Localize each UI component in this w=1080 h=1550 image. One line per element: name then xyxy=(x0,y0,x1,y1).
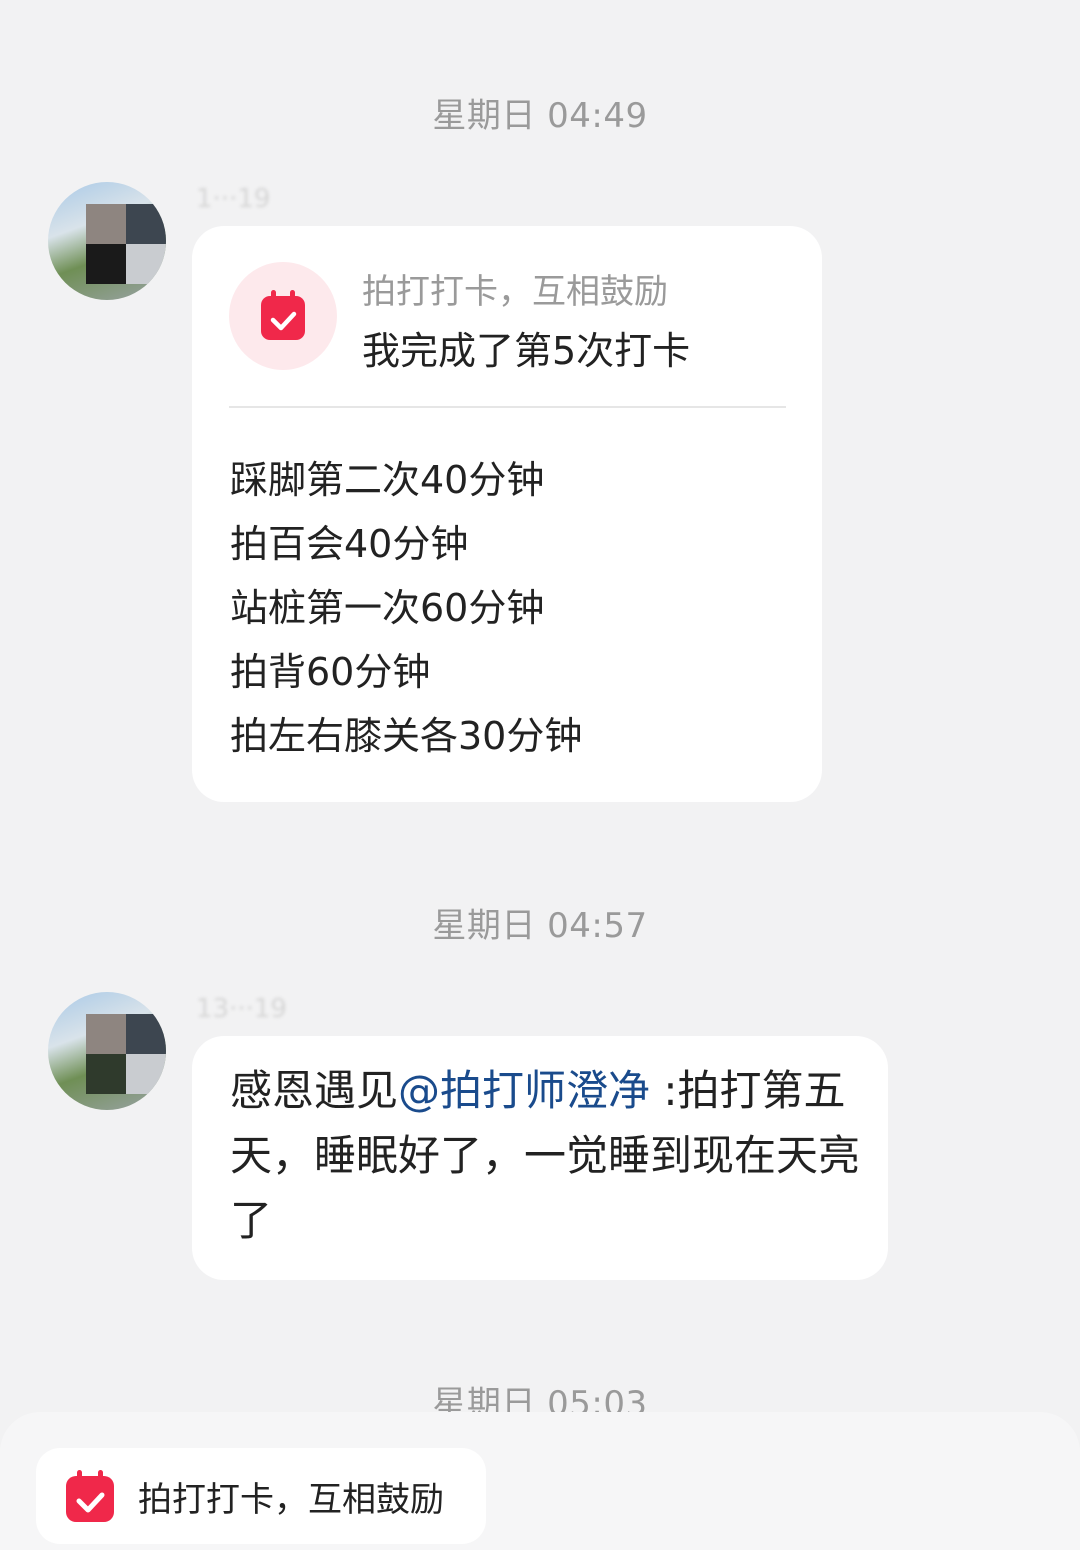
checkin-line: 拍背60分钟 xyxy=(230,650,431,694)
calendar-check-icon xyxy=(261,290,305,340)
avatar-pixel xyxy=(126,204,166,244)
checkin-line: 拍百会40分钟 xyxy=(230,522,469,566)
chat-page: 星期日 04:49 1···19 拍打打卡，互相鼓励 我完成了第5次打卡 踩脚第… xyxy=(0,0,1080,1550)
message-text: 感恩遇见@拍打师澄净 :拍打第五天，睡眠好了，一觉睡到现在天亮了 xyxy=(230,1058,860,1253)
mention-link[interactable]: @拍打师澄净 xyxy=(398,1066,650,1115)
checkin-card[interactable]: 拍打打卡，互相鼓励 我完成了第5次打卡 踩脚第二次40分钟 拍百会40分钟 站桩… xyxy=(192,226,822,802)
avatar-pixel xyxy=(86,204,126,244)
avatar-pixel xyxy=(126,244,166,284)
sender-name: 13···19 xyxy=(196,994,287,1024)
text-message-bubble[interactable]: 感恩遇见@拍打师澄净 :拍打第五天，睡眠好了，一觉睡到现在天亮了 xyxy=(192,1036,888,1280)
calendar-check-badge xyxy=(229,262,337,370)
calendar-check-icon xyxy=(66,1470,114,1522)
timestamp-separator: 星期日 04:57 xyxy=(432,906,648,946)
divider xyxy=(229,406,786,408)
checkin-line: 踩脚第二次40分钟 xyxy=(230,458,545,502)
checkin-line: 站桩第一次60分钟 xyxy=(230,586,545,630)
avatar-pixel xyxy=(126,1014,166,1054)
sender-name: 1···19 xyxy=(196,184,271,214)
avatar-pixel xyxy=(126,1054,166,1094)
checkin-shortcut-button[interactable]: 拍打打卡，互相鼓励 xyxy=(36,1448,486,1544)
checkin-line: 拍左右膝关各30分钟 xyxy=(230,714,583,758)
message-text-before: 感恩遇见 xyxy=(230,1066,399,1115)
checkin-lines: 踩脚第二次40分钟 拍百会40分钟 站桩第一次60分钟 拍背60分钟 拍左右膝关… xyxy=(230,448,582,768)
checkin-shortcut-label: 拍打打卡，互相鼓励 xyxy=(138,1480,444,1520)
timestamp-separator: 星期日 04:49 xyxy=(432,96,648,136)
avatar-pixel xyxy=(86,244,126,284)
card-subtitle: 拍打打卡，互相鼓励 xyxy=(362,272,668,312)
card-title: 我完成了第5次打卡 xyxy=(362,329,691,373)
avatar[interactable] xyxy=(48,992,166,1110)
avatar-pixel xyxy=(86,1014,126,1054)
bottom-bar: 拍打打卡，互相鼓励 xyxy=(0,1412,1080,1550)
avatar-pixel xyxy=(86,1054,126,1094)
avatar[interactable] xyxy=(48,182,166,300)
